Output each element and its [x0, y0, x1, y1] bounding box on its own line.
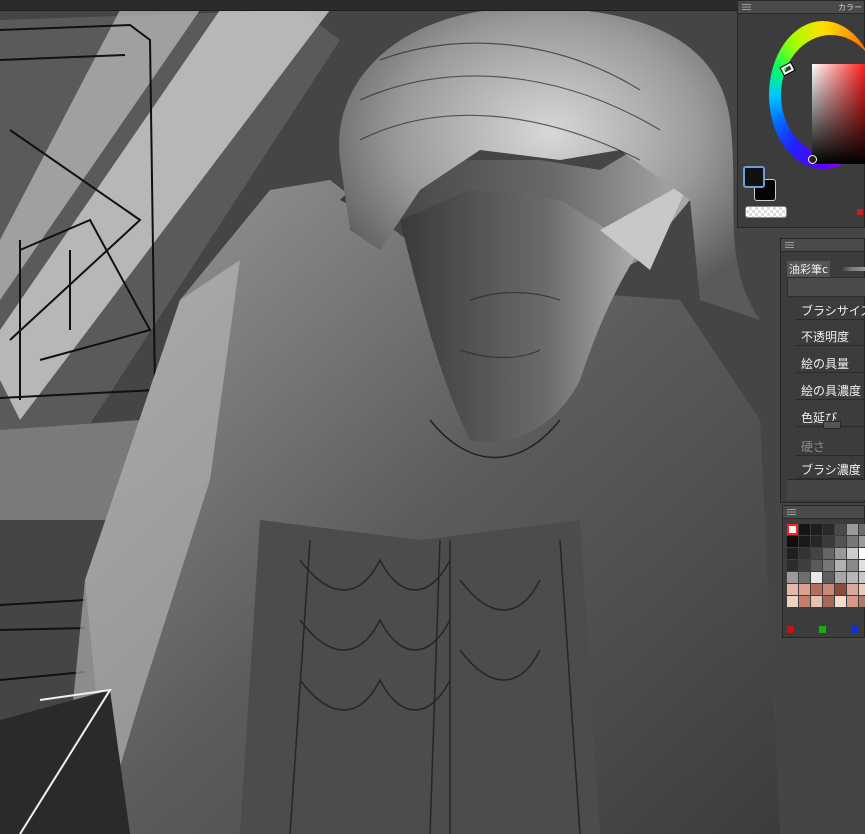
brush-preview [787, 277, 865, 297]
swatch-grid [787, 524, 865, 607]
color-swatch[interactable] [823, 536, 834, 547]
color-swatch[interactable] [823, 548, 834, 559]
swatch-panel-header[interactable] [783, 506, 864, 519]
color-swatch[interactable] [859, 536, 865, 547]
panel-menu-icon[interactable] [787, 509, 796, 515]
color-swatch[interactable] [787, 548, 798, 559]
green-channel-marker [819, 626, 826, 633]
panel-menu-icon[interactable] [742, 4, 751, 10]
artwork [0, 0, 865, 834]
color-swatch[interactable] [811, 584, 822, 595]
color-swatch-panel [782, 505, 865, 638]
color-stretch-row[interactable]: 色延び [796, 406, 865, 429]
color-swatch[interactable] [859, 572, 865, 583]
color-swatch[interactable] [859, 596, 865, 607]
foreground-color-swatch[interactable] [743, 166, 765, 188]
color-swatch[interactable] [835, 572, 846, 583]
color-swatch[interactable] [799, 560, 810, 571]
color-swatch[interactable] [835, 536, 846, 547]
color-swatch[interactable] [835, 584, 846, 595]
color-swatch[interactable] [847, 560, 858, 571]
color-swatch[interactable] [847, 584, 858, 595]
color-swatch[interactable] [847, 524, 858, 535]
red-channel-marker [787, 626, 794, 633]
color-swatch[interactable] [811, 596, 822, 607]
brush-name[interactable]: 油彩筆c [787, 261, 831, 277]
color-swatch[interactable] [859, 524, 865, 535]
color-swatch[interactable] [799, 572, 810, 583]
color-swatch[interactable] [787, 596, 798, 607]
paint-density-label: 絵の具濃度 [801, 384, 862, 398]
color-swatch[interactable] [835, 596, 846, 607]
color-swatch[interactable] [811, 572, 822, 583]
color-wheel-panel: カラー [737, 0, 865, 228]
color-swatch[interactable] [811, 524, 822, 535]
paint-density-row[interactable]: 絵の具濃度 [796, 379, 865, 400]
color-panel-title: カラー [838, 3, 862, 12]
brush-panel-header[interactable] [781, 239, 864, 252]
color-swatch[interactable] [799, 584, 810, 595]
hardness-row[interactable]: 硬さ [796, 435, 865, 456]
brush-density-row[interactable]: ブラシ濃度 [796, 458, 865, 479]
color-panel-header[interactable]: カラー [738, 1, 864, 14]
color-swatch[interactable] [835, 524, 846, 535]
color-swatch[interactable] [799, 596, 810, 607]
brush-size-label: ブラシサイズ [801, 304, 865, 318]
top-bar [0, 0, 865, 11]
brush-stroke-preview [841, 267, 865, 271]
color-indicator [857, 209, 863, 215]
color-stretch-slider[interactable] [823, 421, 841, 429]
color-swatch[interactable] [835, 548, 846, 559]
paint-amount-row[interactable]: 絵の具量 [796, 352, 865, 373]
drawing-canvas[interactable] [0, 0, 865, 834]
opacity-row[interactable]: 不透明度 [796, 325, 865, 346]
opacity-label: 不透明度 [801, 330, 850, 344]
paint-amount-label: 絵の具量 [801, 357, 850, 371]
color-swatch[interactable] [787, 584, 798, 595]
color-swatch[interactable] [811, 536, 822, 547]
brush-size-row[interactable]: ブラシサイズ [796, 299, 865, 320]
color-swatch[interactable] [787, 536, 798, 547]
color-swatch[interactable] [847, 548, 858, 559]
color-swatch[interactable] [823, 584, 834, 595]
color-swatch[interactable] [811, 548, 822, 559]
color-swatch[interactable] [799, 548, 810, 559]
brush-density-label: ブラシ濃度 [801, 463, 861, 477]
transparent-color-swatch[interactable] [745, 206, 787, 218]
sv-marker[interactable] [808, 155, 817, 164]
color-swatch[interactable] [823, 560, 834, 571]
color-swatch[interactable] [787, 560, 798, 571]
color-swatch[interactable] [799, 536, 810, 547]
color-swatch[interactable] [811, 560, 822, 571]
color-swatch[interactable] [787, 524, 798, 535]
color-swatch[interactable] [859, 584, 865, 595]
color-swatch[interactable] [799, 524, 810, 535]
color-swatch[interactable] [835, 560, 846, 571]
brush-settings-panel: 油彩筆c ブラシサイズ 不透明度 絵の具量 絵の具濃度 色延び 硬さ ブラシ濃度 [780, 238, 865, 503]
color-swatch[interactable] [859, 560, 865, 571]
color-swatch[interactable] [823, 572, 834, 583]
color-swatch[interactable] [823, 524, 834, 535]
panel-menu-icon[interactable] [785, 242, 794, 248]
blue-channel-marker [851, 626, 858, 633]
color-swatch[interactable] [787, 572, 798, 583]
color-swatch[interactable] [823, 596, 834, 607]
color-swatch[interactable] [847, 536, 858, 547]
color-swatch[interactable] [847, 572, 858, 583]
brush-panel-footer [787, 479, 865, 500]
saturation-value-square[interactable] [812, 64, 865, 164]
color-swatch[interactable] [847, 596, 858, 607]
color-swatch[interactable] [859, 548, 865, 559]
hardness-label: 硬さ [801, 440, 826, 454]
